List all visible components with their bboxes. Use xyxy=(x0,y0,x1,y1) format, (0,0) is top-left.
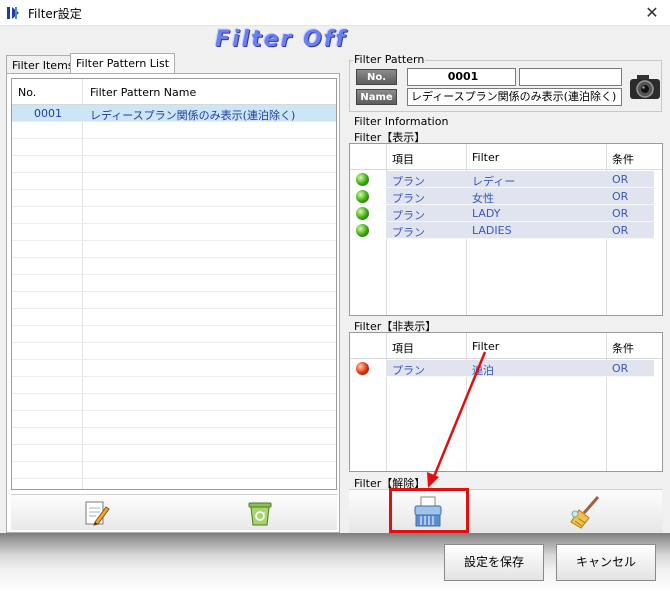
row-pattern-name: レディースプラン関係のみ表示(連泊除く) xyxy=(90,109,296,122)
empty-row xyxy=(12,258,336,275)
broom-icon[interactable] xyxy=(569,494,603,530)
show-status-icon xyxy=(356,190,369,203)
row-filter: 女性 xyxy=(472,192,494,205)
empty-row xyxy=(12,377,336,394)
save-settings-button[interactable]: 設定を保存 xyxy=(444,544,544,581)
show-status-icon xyxy=(356,224,369,237)
column-header-no[interactable]: No. xyxy=(18,86,36,99)
empty-row xyxy=(12,173,336,190)
edit-document-icon[interactable] xyxy=(81,498,111,528)
row-item: プラン xyxy=(392,226,425,239)
row-item: プラン xyxy=(392,209,425,222)
bottom-bar: 設定を保存 キャンセル xyxy=(0,533,670,594)
app-icon xyxy=(7,7,19,19)
filter-pattern-label: Filter Pattern xyxy=(353,53,426,66)
cancel-button[interactable]: キャンセル xyxy=(556,544,656,581)
hide-status-icon xyxy=(356,362,369,375)
tab-filter-pattern-list[interactable]: Filter Pattern List xyxy=(70,53,176,75)
pattern-no-field[interactable]: 0001 xyxy=(407,68,516,86)
column-divider xyxy=(466,333,467,471)
window-title: Filter設定 xyxy=(28,7,82,21)
column-header-item[interactable]: 項目 xyxy=(392,151,414,167)
empty-row xyxy=(12,207,336,224)
name-badge: Name xyxy=(356,89,397,105)
pattern-list-grid: No. Filter Pattern Name 0001 レディースプラン関係の… xyxy=(11,78,337,490)
shredder-highlight-box xyxy=(389,488,469,533)
filter-hide-header: 項目 Filter 条件 xyxy=(350,333,662,359)
table-row[interactable]: プラン 女性 OR xyxy=(386,188,654,205)
row-filter: レディー xyxy=(472,175,516,188)
column-header-filter[interactable]: Filter xyxy=(472,151,499,164)
row-filter: LADY xyxy=(472,207,501,220)
pattern-name-field[interactable]: レディースプラン関係のみ表示(連泊除く) xyxy=(407,88,622,106)
empty-row xyxy=(12,122,336,139)
empty-row xyxy=(12,156,336,173)
column-divider xyxy=(606,333,607,471)
empty-row xyxy=(12,241,336,258)
recycle-bin-icon[interactable] xyxy=(245,498,275,528)
row-filter: 連泊 xyxy=(472,364,494,377)
row-item: プラン xyxy=(392,364,425,377)
close-button[interactable]: ✕ xyxy=(642,3,662,23)
row-condition: OR xyxy=(612,190,629,203)
pattern-list-panel: No. Filter Pattern Name 0001 レディースプラン関係の… xyxy=(6,73,340,533)
empty-row xyxy=(12,292,336,309)
table-row[interactable]: 0001 レディースプラン関係のみ表示(連泊除く) xyxy=(12,105,336,122)
pattern-list-toolbar xyxy=(11,494,337,530)
camera-icon[interactable] xyxy=(627,69,663,105)
title-bar: Filter設定 ✕ xyxy=(0,0,670,26)
tab-filter-items[interactable]: Filter Items xyxy=(6,55,80,75)
no-badge: No. xyxy=(356,69,397,85)
filter-status-banner: Filter Off xyxy=(215,27,347,52)
empty-row xyxy=(12,190,336,207)
row-condition: OR xyxy=(612,362,629,375)
empty-row xyxy=(12,445,336,462)
table-row[interactable]: プラン 連泊 OR xyxy=(386,360,654,377)
filter-show-grid: 項目 Filter 条件 プラン レディー OR プラン 女性 OR プラン L… xyxy=(349,143,663,316)
column-header-filter[interactable]: Filter xyxy=(472,340,499,353)
row-condition: OR xyxy=(612,207,629,220)
row-item: プラン xyxy=(392,175,425,188)
empty-row xyxy=(12,343,336,360)
column-divider xyxy=(386,333,387,471)
column-header-condition[interactable]: 条件 xyxy=(612,151,634,167)
column-header-condition[interactable]: 条件 xyxy=(612,340,634,356)
show-status-icon xyxy=(356,207,369,220)
filter-information-label: Filter Information xyxy=(353,115,450,128)
row-condition: OR xyxy=(612,173,629,186)
row-condition: OR xyxy=(612,224,629,237)
filter-show-header: 項目 Filter 条件 xyxy=(350,144,662,170)
table-row[interactable]: プラン LADY OR xyxy=(386,205,654,222)
empty-row xyxy=(12,360,336,377)
row-no: 0001 xyxy=(34,107,62,120)
empty-row xyxy=(12,394,336,411)
pattern-extra-field[interactable] xyxy=(519,68,622,86)
empty-row xyxy=(12,309,336,326)
empty-row xyxy=(12,326,336,343)
table-row[interactable]: プラン LADIES OR xyxy=(386,222,654,239)
table-row[interactable]: プラン レディー OR xyxy=(386,171,654,188)
empty-row xyxy=(12,411,336,428)
filter-hide-grid: 項目 Filter 条件 プラン 連泊 OR xyxy=(349,332,663,472)
row-filter: LADIES xyxy=(472,224,512,237)
column-header-pattern-name[interactable]: Filter Pattern Name xyxy=(90,86,196,99)
empty-row xyxy=(12,224,336,241)
empty-row xyxy=(12,462,336,479)
show-status-icon xyxy=(356,173,369,186)
column-header-item[interactable]: 項目 xyxy=(392,340,414,356)
empty-row xyxy=(12,139,336,156)
empty-row xyxy=(12,275,336,292)
row-item: プラン xyxy=(392,192,425,205)
empty-row xyxy=(12,428,336,445)
pattern-list-header: No. Filter Pattern Name xyxy=(12,79,336,105)
